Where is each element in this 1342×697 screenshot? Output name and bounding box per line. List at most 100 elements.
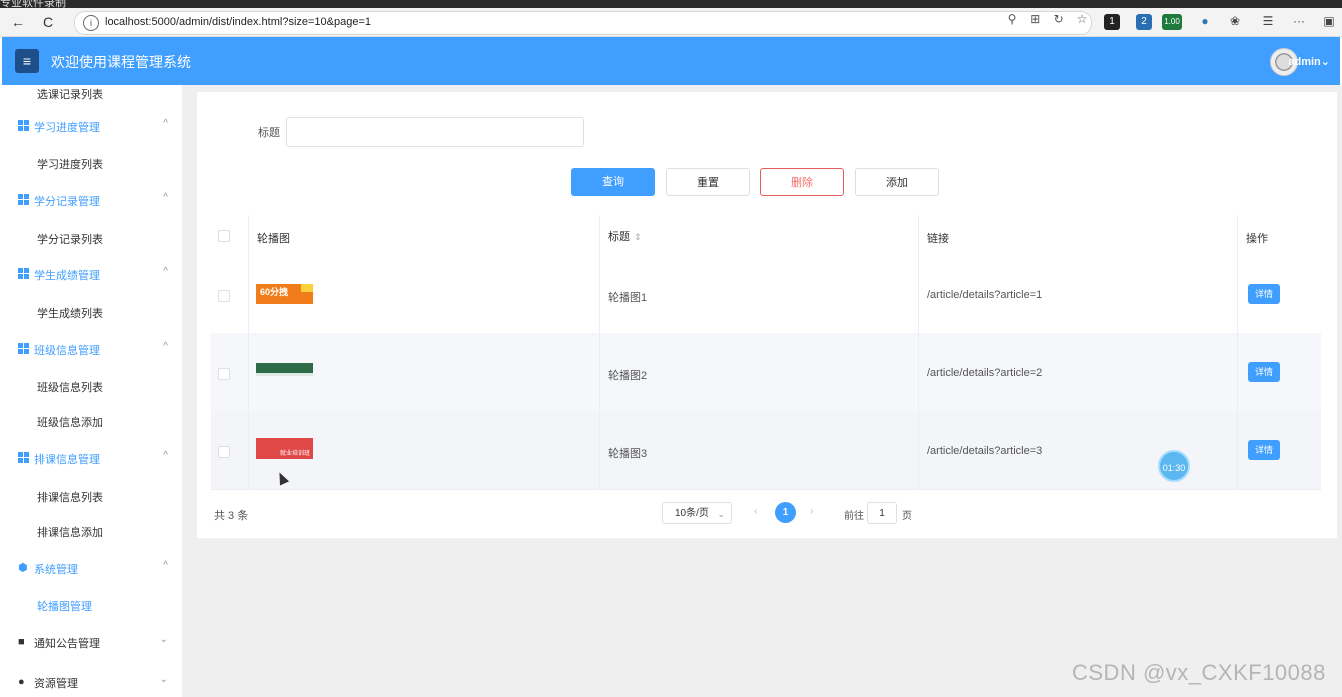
sidebar-group-grades[interactable]: 学生成绩管理 ^ xyxy=(2,259,182,289)
chevron-up-icon: ^ xyxy=(163,192,168,203)
recording-timer: 01:30 xyxy=(1158,450,1190,482)
reset-button[interactable]: 重置 xyxy=(666,168,750,196)
chevron-down-icon: ⌄ xyxy=(159,634,168,645)
chevron-up-icon: ^ xyxy=(163,118,168,129)
page-size-select[interactable]: 10条/页 ⌄ xyxy=(662,502,732,524)
user-menu[interactable]: admin⌄ xyxy=(1288,55,1330,68)
watermark: CSDN @vx_CXKF10088 xyxy=(1072,660,1326,685)
page-number-current[interactable]: 1 xyxy=(775,502,796,523)
back-icon[interactable]: ← xyxy=(8,12,28,32)
extension-badge-3-icon[interactable]: 1.00 xyxy=(1162,14,1182,30)
sidebar-item-credits-list[interactable]: 学分记录列表 xyxy=(2,223,182,253)
delete-button[interactable]: 删除 xyxy=(760,168,844,196)
row-checkbox[interactable] xyxy=(218,368,230,380)
sidebar-item-progress-list[interactable]: 学习进度列表 xyxy=(2,148,182,178)
cloud-icon[interactable]: ● xyxy=(1196,14,1214,30)
row-link: /article/details?article=2 xyxy=(927,367,1043,379)
grid-icon xyxy=(18,120,30,132)
info-icon[interactable]: i xyxy=(83,15,99,31)
goto-suffix: 页 xyxy=(902,511,912,522)
carousel-thumbnail: 60分拽 xyxy=(256,284,313,304)
add-button[interactable]: 添加 xyxy=(855,168,939,196)
sidebar-group-class[interactable]: 班级信息管理 ^ xyxy=(2,334,182,364)
circle-plus-icon: ● xyxy=(18,676,25,688)
title-search-input[interactable] xyxy=(286,117,584,147)
grid-icon xyxy=(18,268,30,280)
table-row: 60分拽 轮播图1 /article/details?article=1 详情 xyxy=(211,255,1321,334)
next-page-icon[interactable]: › xyxy=(810,506,813,517)
row-checkbox[interactable] xyxy=(218,446,230,458)
sidebar-item-course-selection-list[interactable]: 选课记录列表 xyxy=(2,85,182,108)
sidebar-item-schedule-add[interactable]: 排课信息添加 xyxy=(2,516,182,546)
table-header-row: 轮播图 标题 ⇕ 链接 操作 xyxy=(211,215,1321,256)
column-header-link: 链接 xyxy=(927,233,949,245)
sidebar: 选课记录列表 学习进度管理 ^ 学习进度列表 学分记录管理 ^ 学分记录列表 学… xyxy=(2,85,182,697)
app-header: ≡ 欢迎使用课程管理系统 admin⌄ xyxy=(2,37,1340,85)
sort-icon[interactable]: ⇕ xyxy=(634,232,642,242)
table-row: 就业培训班 轮播图3 /article/details?article=3 详情 xyxy=(211,411,1321,490)
row-title: 轮播图2 xyxy=(608,370,648,382)
column-header-title: 标题 xyxy=(608,231,630,243)
extension-badge-1-icon[interactable]: 1 xyxy=(1104,14,1120,30)
sidebar-toggle-icon[interactable]: ▣ xyxy=(1320,14,1338,30)
detail-button[interactable]: 详情 xyxy=(1248,284,1280,304)
pagination-total: 共 3 条 xyxy=(214,510,249,522)
grid-icon xyxy=(18,194,30,206)
sidebar-item-class-list[interactable]: 班级信息列表 xyxy=(2,371,182,401)
recorder-strip: 专业软件录制 xyxy=(0,0,1342,9)
grid-icon xyxy=(18,343,30,355)
extension-badge-2-icon[interactable]: 2 xyxy=(1136,14,1152,30)
menu-toggle-icon[interactable]: ≡ xyxy=(15,49,39,73)
address-bar[interactable]: i localhost:5000/admin/dist/index.html?s… xyxy=(74,11,1092,35)
column-header-action: 操作 xyxy=(1246,233,1268,245)
sidebar-group-system[interactable]: ⬢ 系统管理 ^ xyxy=(2,553,182,583)
grid-icon[interactable]: ⊞ xyxy=(1025,12,1045,26)
favorites-icon[interactable]: ☰ xyxy=(1259,14,1277,30)
search-label: 标题 xyxy=(258,127,280,139)
sidebar-item-carousel[interactable]: 轮播图管理 xyxy=(2,590,182,620)
address-actions: ⚲ ⊞ ↻ ☆ xyxy=(1002,12,1092,26)
sidebar-item-schedule-list[interactable]: 排课信息列表 xyxy=(2,481,182,511)
sidebar-group-notice[interactable]: ■ 通知公告管理 ⌄ xyxy=(2,627,182,657)
table-row: 轮播图2 /article/details?article=2 详情 xyxy=(211,333,1321,412)
sidebar-group-resources[interactable]: ● 资源管理 ⌄ xyxy=(2,667,182,697)
grid-icon xyxy=(18,452,30,464)
browser-toolbar: ← C i localhost:5000/admin/dist/index.ht… xyxy=(0,8,1342,37)
detail-button[interactable]: 详情 xyxy=(1248,440,1280,460)
document-icon: ■ xyxy=(18,636,25,648)
sidebar-item-grades-list[interactable]: 学生成绩列表 xyxy=(2,297,182,327)
chevron-up-icon: ^ xyxy=(163,341,168,352)
reload-icon[interactable]: C xyxy=(38,12,58,32)
address-url[interactable]: localhost:5000/admin/dist/index.html?siz… xyxy=(105,16,371,28)
row-title: 轮播图3 xyxy=(608,448,648,460)
sidebar-group-progress[interactable]: 学习进度管理 ^ xyxy=(2,111,182,141)
row-checkbox[interactable] xyxy=(218,290,230,302)
goto-page-input[interactable]: 1 xyxy=(867,502,897,524)
row-link: /article/details?article=1 xyxy=(927,289,1043,301)
carousel-thumbnail xyxy=(256,363,313,376)
sidebar-group-schedule[interactable]: 排课信息管理 ^ xyxy=(2,443,182,473)
user-name: admin xyxy=(1288,56,1321,68)
refresh-icon[interactable]: ↻ xyxy=(1049,12,1069,26)
page-size-value: 10条/页 xyxy=(675,508,709,519)
row-link: /article/details?article=3 xyxy=(927,445,1043,457)
prev-page-icon[interactable]: ‹ xyxy=(754,506,757,517)
chevron-up-icon: ^ xyxy=(163,450,168,461)
query-button[interactable]: 查询 xyxy=(571,168,655,196)
puzzle-icon[interactable]: ❀ xyxy=(1226,14,1244,30)
chevron-down-icon: ⌄ xyxy=(717,509,725,519)
sidebar-item-class-add[interactable]: 班级信息添加 xyxy=(2,406,182,436)
select-all-checkbox[interactable] xyxy=(218,230,230,242)
chevron-up-icon: ^ xyxy=(163,266,168,277)
column-header-image: 轮播图 xyxy=(257,233,290,245)
star-icon[interactable]: ☆ xyxy=(1072,12,1092,26)
column-header-title-sortable[interactable]: 标题 ⇕ xyxy=(600,215,919,255)
detail-button[interactable]: 详情 xyxy=(1248,362,1280,382)
more-icon[interactable]: ··· xyxy=(1290,14,1308,30)
sidebar-group-credits[interactable]: 学分记录管理 ^ xyxy=(2,185,182,215)
key-icon[interactable]: ⚲ xyxy=(1002,12,1022,26)
row-title: 轮播图1 xyxy=(608,292,648,304)
app-title: 欢迎使用课程管理系统 xyxy=(51,54,191,70)
gear-icon: ⬢ xyxy=(18,562,28,574)
chevron-down-icon: ⌄ xyxy=(159,674,168,685)
